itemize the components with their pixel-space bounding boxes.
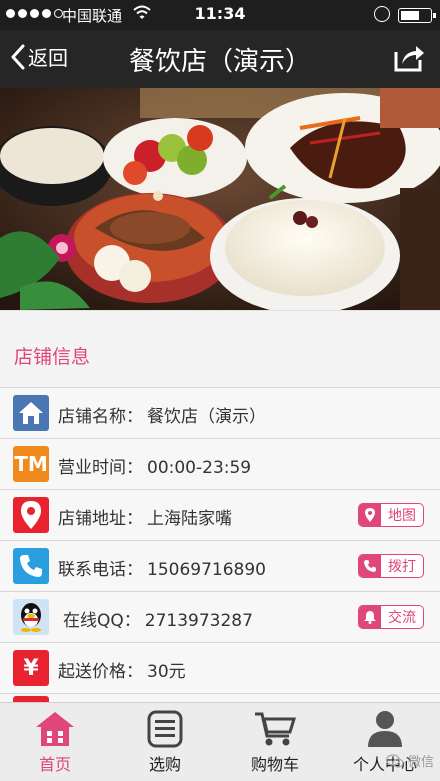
battery-icon [398, 8, 436, 23]
address-label: 店铺地址： [58, 509, 143, 529]
tab-shop-label: 选购 [148, 755, 181, 774]
wechat-icon [385, 753, 404, 768]
chat-button[interactable]: 交流 [358, 605, 424, 629]
home-icon [36, 712, 74, 746]
store-name-row: 店铺名称： 餐饮店（演示） [0, 388, 440, 439]
qq-penguin-icon [13, 599, 49, 635]
qq-row: 在线QQ： 2713973287 交流 [0, 592, 440, 643]
min-price-row: ¥ 起送价格： 30元 [0, 643, 440, 694]
watermark: 微信 [385, 751, 434, 770]
min-price-text: 起送价格： 30元 [58, 657, 186, 682]
list-icon [147, 710, 183, 748]
food-photo [0, 88, 440, 310]
business-hours-row: TM 营业时间： 00:00-23:59 [0, 439, 440, 490]
phone-icon [13, 548, 49, 584]
tab-home-label: 首页 [38, 755, 71, 774]
map-pin-icon [359, 504, 381, 526]
qq-label: 在线QQ： [63, 611, 141, 631]
address-value: 上海陆家嘴 [147, 509, 232, 529]
share-icon[interactable] [392, 42, 426, 74]
nav-bar: 返回 餐饮店（演示） [0, 30, 440, 88]
min-price-label: 起送价格： [58, 662, 143, 682]
home-icon [13, 395, 49, 431]
tab-cart-label: 购物车 [250, 755, 299, 774]
min-price-value: 30元 [147, 662, 186, 682]
bottom-tab-bar: 首页 选购 购物车 个人中心 [0, 702, 440, 781]
cart-icon [255, 712, 296, 746]
phone-text: 联系电话： 15069716890 [58, 555, 266, 580]
chat-button-label: 交流 [388, 610, 416, 626]
store-info-list: 店铺名称： 餐饮店（演示） TM 营业时间： 00:00-23:59 店铺地址： 上海… [0, 387, 440, 706]
store-banner-image [0, 88, 440, 310]
address-row: 店铺地址： 上海陆家嘴 地图 [0, 490, 440, 541]
business-hours-text: 营业时间： 00:00-23:59 [58, 453, 251, 478]
yen-icon: ¥ [13, 650, 49, 686]
store-name-text: 店铺名称： 餐饮店（演示） [58, 402, 266, 427]
page-title: 餐饮店（演示） [128, 47, 311, 77]
phone-small-icon [359, 555, 381, 577]
bell-icon [359, 606, 381, 628]
rotation-lock-icon [374, 6, 390, 22]
map-button-label: 地图 [388, 508, 416, 524]
business-hours-label: 营业时间： [58, 458, 143, 478]
tab-shop[interactable]: 选购 [110, 703, 220, 781]
tab-home[interactable]: 首页 [0, 703, 110, 781]
tm-icon: TM [13, 446, 49, 482]
status-bar: 中国联通 11:34 [0, 0, 440, 30]
business-hours-value: 00:00-23:59 [147, 458, 252, 478]
phone-row: 联系电话： 15069716890 拨打 [0, 541, 440, 592]
location-pin-icon [13, 497, 49, 533]
map-button[interactable]: 地图 [358, 503, 424, 527]
phone-label: 联系电话： [58, 560, 143, 580]
store-name-value: 餐饮店（演示） [147, 407, 266, 427]
address-text: 店铺地址： 上海陆家嘴 [58, 504, 232, 529]
call-button-label: 拨打 [388, 559, 416, 575]
phone-value: 15069716890 [147, 560, 266, 580]
call-button[interactable]: 拨打 [358, 554, 424, 578]
store-name-label: 店铺名称： [58, 407, 143, 427]
qq-value: 2713973287 [144, 611, 253, 631]
tab-cart[interactable]: 购物车 [220, 703, 330, 781]
watermark-text: 微信 [407, 755, 434, 770]
section-title: 店铺信息 [14, 346, 91, 368]
store-info-section-header: 店铺信息 [0, 310, 440, 387]
qq-text: 在线QQ： 2713973287 [63, 606, 253, 631]
user-icon [368, 711, 402, 747]
